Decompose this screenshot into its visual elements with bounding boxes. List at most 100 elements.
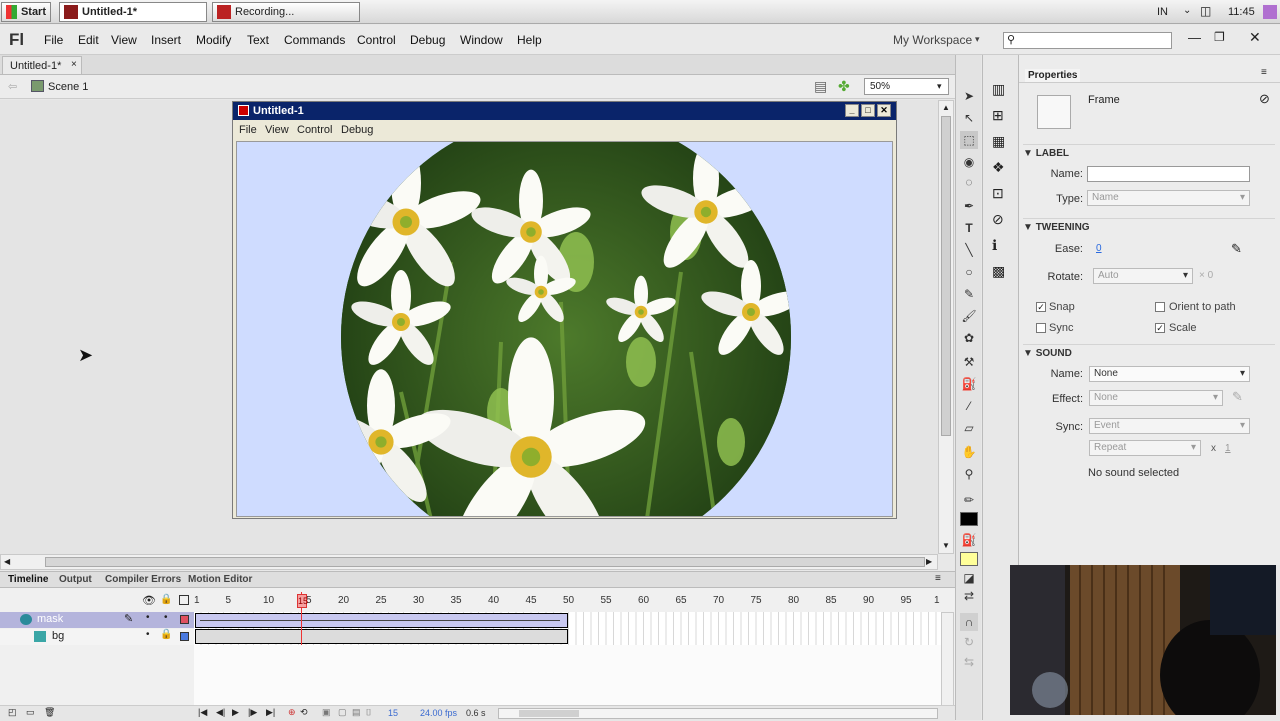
player-maximize-icon[interactable]: □	[861, 104, 875, 117]
snap-checkbox[interactable]: ✓	[1036, 302, 1046, 312]
loop-icon[interactable]: ⟲	[300, 707, 308, 718]
library-panel-icon[interactable]: ▦	[992, 133, 1005, 150]
black-white-icon[interactable]: ◪	[960, 569, 978, 587]
edit-symbols-icon[interactable]: ✤	[838, 78, 850, 95]
brush-tool-icon[interactable]: 🖌	[960, 307, 978, 325]
zoom-tool-icon[interactable]: ⚲	[960, 465, 978, 483]
layer-mask-name[interactable]: mask	[37, 613, 63, 625]
fps-status[interactable]: 24.00 fps	[420, 708, 457, 718]
lasso-tool-icon[interactable]: ◌	[960, 173, 978, 191]
sound-name-select[interactable]: None ▾	[1089, 366, 1250, 382]
go-first-frame-icon[interactable]: |◀	[198, 707, 207, 718]
player-menu-view[interactable]: View	[265, 124, 289, 136]
label-name-input[interactable]	[1087, 166, 1250, 182]
scale-checkbox[interactable]: ✓	[1155, 323, 1165, 333]
rotate-select[interactable]: Auto ▾	[1093, 268, 1193, 284]
sound-section-header[interactable]: ▼ SOUND	[1023, 344, 1275, 359]
timeline-hscroll[interactable]	[498, 708, 938, 719]
label-type-select[interactable]: Name ▾	[1087, 190, 1250, 206]
delete-layer-icon[interactable]: 🗑	[44, 707, 55, 718]
layer-bg-name[interactable]: bg	[52, 630, 64, 642]
tab-compiler-errors[interactable]: Compiler Errors	[105, 574, 181, 585]
motion-presets-icon[interactable]: ⊘	[992, 211, 1004, 228]
task-untitled[interactable]: Untitled-1*	[59, 2, 207, 22]
doc-tab[interactable]: Untitled-1* ×	[2, 56, 82, 74]
repeat-select[interactable]: Repeat ▾	[1089, 440, 1201, 456]
onion-markers-icon[interactable]: ⌷	[366, 707, 371, 718]
step-back-icon[interactable]: ◀|	[216, 707, 225, 718]
stage-vertical-scrollbar[interactable]: ▲ ▼	[938, 100, 954, 554]
hand-tool-icon[interactable]: ✋	[960, 443, 978, 461]
swatches-panel-icon[interactable]: ▩	[992, 263, 1005, 280]
menu-commands[interactable]: Commands	[284, 33, 345, 47]
flash-player-window[interactable]: Untitled-1 _ □ ✕ File View Control Debug	[232, 101, 897, 519]
minimize-icon[interactable]: —	[1188, 30, 1201, 45]
text-tool-icon[interactable]: T	[960, 219, 978, 237]
tray-network-icon[interactable]: ◫	[1200, 4, 1211, 18]
scroll-left-icon[interactable]: ◀	[4, 557, 10, 566]
info-icon[interactable]: ℹ	[992, 237, 997, 254]
edit-multiple-icon[interactable]: ▤	[352, 707, 361, 718]
selection-tool-icon[interactable]: ➤	[960, 87, 978, 105]
panel-menu-icon[interactable]: ≡	[1261, 67, 1267, 78]
stage-horizontal-scrollbar[interactable]: ◀ ▶	[0, 554, 938, 570]
stroke-color-swatch[interactable]	[960, 512, 978, 526]
player-titlebar[interactable]: Untitled-1 _ □ ✕	[233, 102, 896, 120]
show-hide-all-icon[interactable]: 👁	[142, 594, 156, 607]
step-forward-icon[interactable]: |▶	[248, 707, 257, 718]
doc-tab-close-icon[interactable]: ×	[71, 59, 77, 70]
effect-edit-pencil-icon[interactable]: ✎	[1232, 389, 1243, 405]
go-last-frame-icon[interactable]: ▶|	[266, 707, 275, 718]
language-indicator[interactable]: IN	[1157, 6, 1168, 18]
menu-modify[interactable]: Modify	[196, 33, 231, 47]
scroll-down-icon[interactable]: ▼	[942, 541, 950, 550]
orient-checkbox[interactable]	[1155, 302, 1165, 312]
layer-visible-dot[interactable]: •	[146, 612, 150, 623]
playhead[interactable]: 15	[297, 594, 308, 608]
tab-motion-editor[interactable]: Motion Editor	[188, 574, 252, 585]
workspace-switcher[interactable]: My Workspace	[893, 33, 972, 47]
back-arrow-icon[interactable]: ⇦	[8, 80, 17, 93]
center-frame-icon[interactable]: ⊕	[288, 707, 296, 718]
menu-view[interactable]: View	[111, 33, 137, 47]
rotate-count[interactable]: × 0	[1199, 270, 1213, 281]
onion-skin-icon[interactable]: ▣	[322, 707, 331, 718]
label-section-header[interactable]: ▼ LABEL	[1023, 144, 1275, 159]
lock-all-icon[interactable]: 🔒	[160, 594, 172, 605]
menu-help[interactable]: Help	[517, 33, 542, 47]
help-search-box[interactable]: ⚲	[1003, 32, 1172, 49]
menu-file[interactable]: File	[44, 33, 63, 47]
ease-edit-pencil-icon[interactable]: ✎	[1231, 241, 1242, 257]
hscroll-thumb[interactable]	[45, 557, 925, 567]
timeline-vscroll[interactable]	[941, 612, 954, 707]
fill-color-icon[interactable]: ⛽	[960, 531, 978, 549]
onion-outline-icon[interactable]: ▢	[338, 707, 347, 718]
subselection-tool-icon[interactable]: ↖	[960, 109, 978, 127]
menu-control[interactable]: Control	[357, 33, 396, 47]
scene-label[interactable]: Scene 1	[48, 81, 88, 93]
new-layer-icon[interactable]: ◰	[8, 707, 17, 718]
layer-mask[interactable]: mask ✎ • •	[0, 612, 194, 628]
deco-tool-icon[interactable]: ✿	[960, 329, 978, 347]
bone-tool-icon[interactable]: ⚒	[960, 353, 978, 371]
align-panel-icon[interactable]: ▥	[992, 81, 1005, 98]
new-folder-icon[interactable]: ▭	[26, 707, 35, 718]
menu-insert[interactable]: Insert	[151, 33, 181, 47]
timeline-hscroll-thumb[interactable]	[519, 710, 579, 717]
menu-edit[interactable]: Edit	[78, 33, 99, 47]
player-close-icon[interactable]: ✕	[877, 104, 891, 117]
scroll-right-icon[interactable]: ▶	[926, 557, 932, 566]
player-menu-control[interactable]: Control	[297, 124, 332, 136]
menu-debug[interactable]: Debug	[410, 33, 445, 47]
mask-tween-span[interactable]	[195, 613, 568, 628]
menu-window[interactable]: Window	[460, 33, 503, 47]
layer-bg-outline-color[interactable]	[180, 632, 189, 641]
3d-rotation-tool-icon[interactable]: ◉	[960, 153, 978, 171]
scroll-up-icon[interactable]: ▲	[942, 103, 950, 112]
ease-value[interactable]: 0	[1096, 243, 1102, 254]
current-frame-status[interactable]: 15	[388, 708, 398, 718]
zoom-select[interactable]: 50% ▾	[864, 78, 949, 95]
paint-bucket-tool-icon[interactable]: ⛽	[960, 375, 978, 393]
transform-panel-icon[interactable]: ⊡	[992, 185, 1004, 202]
bg-frame-span[interactable]	[195, 629, 568, 644]
